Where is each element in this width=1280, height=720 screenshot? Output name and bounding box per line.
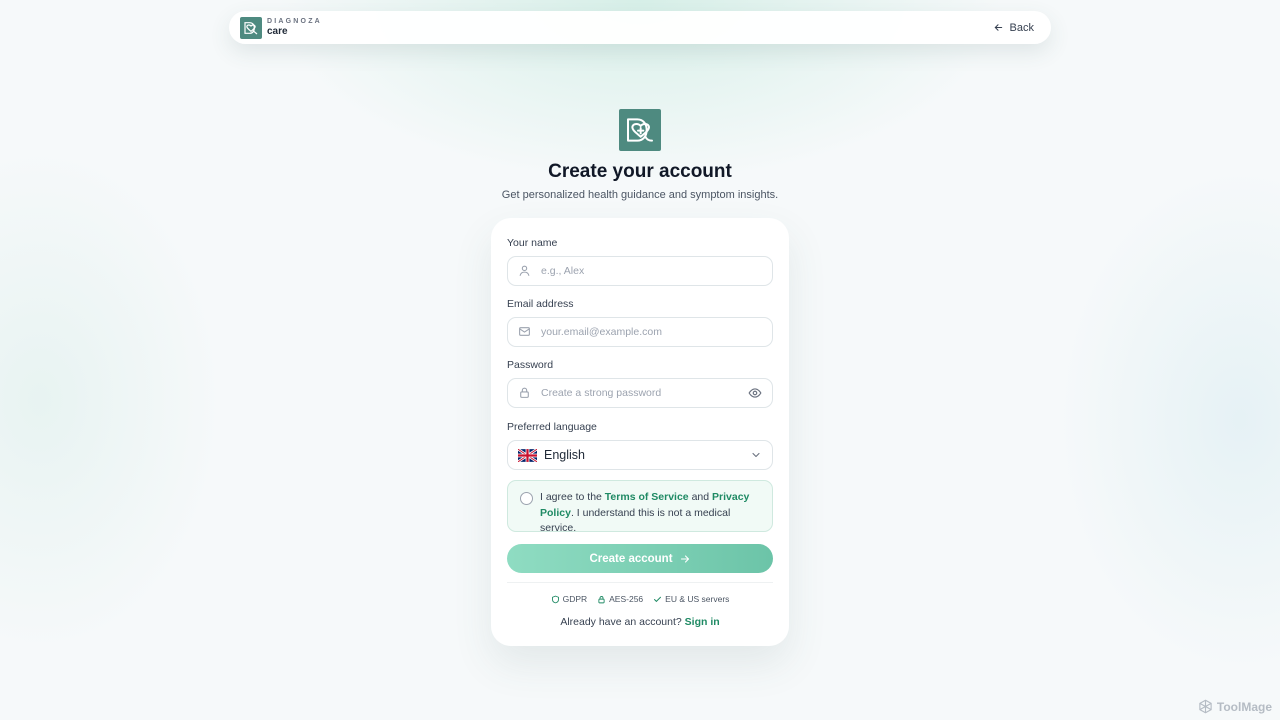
lock-icon (518, 386, 532, 400)
lock-small-icon (597, 595, 606, 604)
chevron-down-icon (750, 449, 762, 461)
password-placeholder: Create a strong password (541, 387, 662, 399)
brand-name-top: DIAGNOZA (267, 18, 322, 25)
email-placeholder: your.email@example.com (541, 326, 662, 338)
language-label: Preferred language (507, 421, 597, 433)
signup-card: Your name e.g., Alex Email address your.… (491, 218, 789, 646)
consent-checkbox[interactable] (520, 492, 533, 505)
consent-and: and (688, 491, 713, 503)
trust-servers-label: EU & US servers (665, 594, 730, 604)
uk-flag-icon (518, 448, 537, 462)
arrow-left-icon (993, 22, 1004, 33)
brand-name-bottom: care (267, 26, 288, 37)
consent-prefix: I agree to the (540, 491, 605, 503)
user-icon (518, 264, 532, 278)
check-icon (653, 595, 662, 604)
signin-row: Already have an account? Sign in (491, 616, 789, 628)
trust-servers: EU & US servers (653, 594, 729, 604)
watermark: ToolMage (1198, 699, 1272, 714)
email-label: Email address (507, 298, 574, 310)
shield-icon (551, 595, 560, 604)
page-subtitle: Get personalized health guidance and sym… (501, 189, 779, 201)
name-label: Your name (507, 237, 558, 249)
brand[interactable]: DIAGNOZA care (240, 16, 322, 39)
top-bar: DIAGNOZA care Back (229, 11, 1051, 44)
trust-gdpr: GDPR (551, 594, 588, 604)
password-input[interactable]: Create a strong password (507, 378, 773, 408)
trust-gdpr-label: GDPR (562, 594, 588, 604)
signin-link[interactable]: Sign in (685, 616, 720, 628)
trust-badges: GDPR AES-256 EU & US servers (491, 594, 789, 604)
hero-logo-icon (619, 109, 661, 151)
arrow-right-icon (679, 553, 691, 565)
consent-box: I agree to the Terms of Service and Priv… (507, 480, 773, 534)
terms-link[interactable]: Terms of Service (605, 491, 689, 503)
watermark-logo-icon (1198, 699, 1213, 714)
signin-prompt: Already have an account? (560, 616, 685, 628)
watermark-text: ToolMage (1216, 699, 1272, 714)
back-button[interactable]: Back (993, 22, 1034, 34)
name-input[interactable]: e.g., Alex (507, 256, 773, 286)
name-placeholder: e.g., Alex (541, 265, 585, 277)
create-account-label: Create account (589, 552, 673, 565)
create-account-button[interactable]: Create account (507, 544, 773, 573)
brand-logo-icon (240, 16, 262, 39)
language-value: English (544, 448, 585, 462)
password-label: Password (507, 359, 554, 371)
page-title: Create your account (548, 161, 732, 182)
divider (507, 582, 773, 583)
trust-aes-label: AES-256 (609, 594, 644, 604)
email-input[interactable]: your.email@example.com (507, 317, 773, 347)
language-select[interactable]: English (507, 440, 773, 470)
back-button-label: Back (1009, 21, 1034, 34)
trust-aes: AES-256 (597, 594, 643, 604)
mail-icon (518, 325, 532, 339)
eye-icon[interactable] (748, 386, 762, 400)
